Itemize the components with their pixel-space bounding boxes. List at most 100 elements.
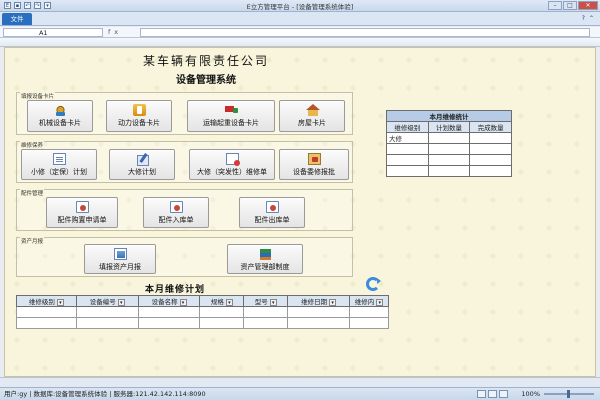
formula-input[interactable] <box>140 28 590 37</box>
header-label: 维修内 <box>354 298 375 306</box>
table-row <box>386 154 512 166</box>
normal-view-icon[interactable] <box>477 390 486 398</box>
table-cell[interactable] <box>386 154 429 166</box>
table-cell[interactable] <box>469 132 512 144</box>
table-cell[interactable] <box>427 154 471 166</box>
plan-header[interactable]: 维修日期 ▾ <box>287 295 351 307</box>
monthly-plan-table: 维修级别 ▾ 设备编号 ▾ 设备名称 ▾ 规格 ▾ 型号 ▾ 维修日期 ▾ 维修内 ▾ <box>16 295 389 329</box>
filter-dropdown-icon[interactable]: ▾ <box>376 298 384 306</box>
table-row <box>386 165 512 177</box>
group-parts: 配件管理 配件购置申请单 配件入库单 配件出库单 <box>16 189 353 231</box>
table-cell[interactable] <box>75 306 139 318</box>
repair-icon <box>225 153 240 166</box>
page-break-icon[interactable] <box>499 390 508 398</box>
table-cell[interactable] <box>137 306 201 318</box>
button-label: 资产管理部制度 <box>240 263 290 271</box>
table-cell[interactable] <box>427 132 471 144</box>
document-icon <box>52 153 66 165</box>
table-cell[interactable] <box>349 317 389 329</box>
overhaul-plan-button[interactable]: 大修计划 <box>109 149 175 180</box>
ribbon-right-controls: ? ⌃ <box>582 15 594 22</box>
table-cell[interactable] <box>349 306 389 318</box>
filter-dropdown-icon[interactable]: ▾ <box>117 298 125 306</box>
filter-dropdown-icon[interactable]: ▾ <box>329 298 337 306</box>
house-icon <box>305 104 320 116</box>
button-label: 填报资产月报 <box>99 263 141 271</box>
table-cell[interactable] <box>469 165 512 177</box>
filter-dropdown-icon[interactable]: ▾ <box>225 298 233 306</box>
help-icon[interactable]: ? <box>582 15 585 22</box>
plan-header[interactable]: 设备名称 ▾ <box>137 295 201 307</box>
transport-card-button[interactable]: 运输起重设备卡片 <box>187 100 275 132</box>
page-layout-icon[interactable] <box>488 390 497 398</box>
button-label: 配件入库单 <box>158 216 194 224</box>
plan-header[interactable]: 维修级别 ▾ <box>16 295 77 307</box>
zoom-level[interactable]: 100% <box>521 388 540 400</box>
maximize-button[interactable]: □ <box>563 1 577 10</box>
table-cell[interactable] <box>243 306 289 318</box>
plan-header[interactable]: 规格 ▾ <box>199 295 245 307</box>
house-card-button[interactable]: 房屋卡片 <box>279 100 345 132</box>
group-label: 填报设备卡片 <box>20 92 56 100</box>
button-label: 大修计划 <box>128 168 156 176</box>
group-label: 资产月报 <box>20 237 45 245</box>
ribbon-minimize-icon[interactable]: ⌃ <box>589 15 594 22</box>
stack-icon <box>259 248 272 260</box>
repair-approval-button[interactable]: 设备委修报批 <box>279 149 349 180</box>
part-icon <box>75 201 89 213</box>
table-cell[interactable] <box>16 306 77 318</box>
stats-header: 计划数量 <box>427 121 471 133</box>
close-button[interactable]: ✕ <box>578 1 598 10</box>
table-cell[interactable] <box>469 143 512 155</box>
table-cell[interactable] <box>243 317 289 329</box>
minor-repair-plan-button[interactable]: 小修（定保）计划 <box>21 149 97 180</box>
table-cell[interactable] <box>427 165 471 177</box>
parts-purchase-button[interactable]: 配件购置申请单 <box>46 197 118 228</box>
company-title: 某车辆有限责任公司 <box>142 54 269 68</box>
table-cell[interactable] <box>287 317 351 329</box>
table-row: 大修 <box>386 132 512 144</box>
minimize-button[interactable]: – <box>548 1 562 10</box>
truck-icon <box>224 104 238 116</box>
filter-dropdown-icon[interactable]: ▾ <box>56 298 64 306</box>
status-text: 用户:gy | 数据库:设备管理系统体验 | 服务器:121.42.142.11… <box>4 390 206 398</box>
table-cell[interactable] <box>386 143 429 155</box>
file-tab[interactable]: 文件 <box>2 13 32 25</box>
name-box[interactable]: A1 <box>3 28 103 37</box>
mechanical-card-button[interactable]: 机械设备卡片 <box>27 100 93 132</box>
system-title: 设备管理系统 <box>176 75 236 86</box>
group-device-cards: 填报设备卡片 机械设备卡片 动力设备卡片 运输起重设备卡片 房屋卡片 <box>16 92 353 135</box>
stats-caption: 本月维修统计 <box>386 110 512 122</box>
button-label: 小修（定保）计划 <box>31 168 87 176</box>
fill-asset-report-button[interactable]: 填报资产月报 <box>84 244 156 274</box>
power-card-button[interactable]: 动力设备卡片 <box>106 100 172 132</box>
header-label: 设备编号 <box>89 298 116 306</box>
table-cell[interactable] <box>16 317 77 329</box>
fx-icon[interactable]: fx <box>108 28 122 36</box>
table-cell[interactable] <box>199 306 245 318</box>
plan-header[interactable]: 设备编号 ▾ <box>75 295 139 307</box>
sheet-tab-strip[interactable] <box>0 377 600 387</box>
table-cell[interactable] <box>386 165 429 177</box>
emergency-repair-button[interactable]: 大修（突发性）维修单 <box>189 149 275 180</box>
table-cell[interactable] <box>137 317 201 329</box>
filter-dropdown-icon[interactable]: ▾ <box>179 298 187 306</box>
plan-header[interactable]: 型号 ▾ <box>243 295 289 307</box>
monthly-repair-stats-table: 本月维修统计 维修级别 计划数量 完成数量 大修 <box>386 110 512 177</box>
table-cell[interactable] <box>287 306 351 318</box>
table-cell[interactable] <box>199 317 245 329</box>
table-cell[interactable] <box>427 143 471 155</box>
zoom-slider[interactable] <box>544 390 594 398</box>
parts-outbound-button[interactable]: 配件出库单 <box>239 197 305 228</box>
table-cell[interactable] <box>75 317 139 329</box>
report-icon <box>113 248 127 260</box>
plan-header[interactable]: 维修内 ▾ <box>349 295 389 307</box>
refresh-icon[interactable] <box>366 277 381 291</box>
table-cell[interactable] <box>469 154 512 166</box>
group-asset-report: 资产月报 填报资产月报 资产管理部制度 <box>16 237 353 277</box>
parts-inbound-button[interactable]: 配件入库单 <box>143 197 209 228</box>
table-cell[interactable]: 大修 <box>386 132 429 144</box>
filter-dropdown-icon[interactable]: ▾ <box>269 298 277 306</box>
column-header-strip <box>0 38 600 47</box>
asset-policy-button[interactable]: 资产管理部制度 <box>227 244 303 274</box>
